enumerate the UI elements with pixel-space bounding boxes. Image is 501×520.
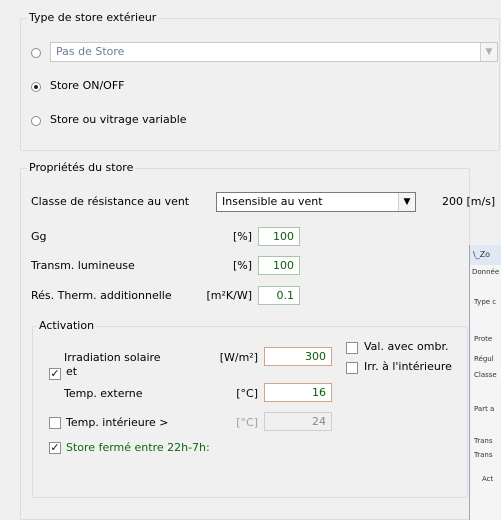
wind-class-combo[interactable]: Insensible au vent ▼ xyxy=(216,192,416,212)
store-closed-checkbox[interactable]: ✓ xyxy=(49,442,61,454)
res-therm-label: Rés. Therm. additionnelle xyxy=(31,289,172,302)
and-checkbox[interactable]: ✓ xyxy=(49,368,61,380)
background-window-menu: Donnée xyxy=(472,268,500,276)
background-window: \_Zo Donnée Type c Prote Régul Classe Pa… xyxy=(469,245,501,520)
activation-legend: Activation xyxy=(37,319,97,332)
wind-speed-label: 200 [m/s] xyxy=(442,195,496,208)
wind-class-value: Insensible au vent xyxy=(222,195,323,208)
temp-int-label: Temp. intérieure > xyxy=(66,416,169,429)
background-window-line: Part a xyxy=(474,405,495,413)
transm-label: Transm. lumineuse xyxy=(31,259,135,272)
background-window-title: \_Zo xyxy=(473,250,491,259)
temp-ext-label: Temp. externe xyxy=(64,387,143,400)
store-type-combo[interactable]: Pas de Store ▼ xyxy=(50,42,498,62)
irr-int-checkbox[interactable] xyxy=(346,362,358,374)
transm-unit: [%] xyxy=(232,259,252,272)
and-label: et xyxy=(66,365,78,378)
background-window-line: Act xyxy=(482,475,494,483)
wind-class-label: Classe de résistance au vent xyxy=(31,195,190,208)
store-type-combo-value: Pas de Store xyxy=(56,45,125,58)
irr-int-label: Irr. à l'intérieure xyxy=(364,360,452,373)
store-closed-label: Store fermé entre 22h-7h: xyxy=(66,441,210,454)
background-window-line: Trans xyxy=(474,437,493,445)
background-window-line: Trans xyxy=(474,451,493,459)
irradiation-label: Irradiation solaire xyxy=(64,351,161,364)
temp-int-checkbox[interactable] xyxy=(49,417,61,429)
store-type-legend: Type de store extérieur xyxy=(27,11,159,24)
chevron-down-icon[interactable]: ▼ xyxy=(398,193,415,211)
gg-input[interactable]: 100 xyxy=(258,227,300,246)
res-therm-input[interactable]: 0.1 xyxy=(258,286,300,305)
radio-store-variable[interactable] xyxy=(31,116,41,126)
gg-label: Gg xyxy=(31,230,47,243)
gg-unit: [%] xyxy=(232,230,252,243)
temp-int-unit: [°C] xyxy=(236,416,258,429)
temp-ext-unit: [°C] xyxy=(236,387,258,400)
radio-no-store[interactable] xyxy=(31,48,41,58)
transm-input[interactable]: 100 xyxy=(258,256,300,275)
irradiation-input[interactable]: 300 xyxy=(264,347,332,366)
radio-store-variable-label: Store ou vitrage variable xyxy=(50,113,187,126)
chevron-down-icon[interactable]: ▼ xyxy=(480,43,497,61)
irradiation-unit: [W/m²] xyxy=(219,351,258,364)
background-window-line: Prote xyxy=(474,335,493,343)
temp-ext-input[interactable]: 16 xyxy=(264,383,332,402)
background-window-line: Classe xyxy=(474,371,497,379)
radio-store-on-off[interactable] xyxy=(31,82,41,92)
shade-label: Val. avec ombr. xyxy=(364,340,449,353)
res-therm-unit: [m²K/W] xyxy=(206,289,252,302)
background-window-line: Type c xyxy=(474,298,497,306)
store-properties-legend: Propriétés du store xyxy=(27,161,136,174)
radio-store-on-off-label: Store ON/OFF xyxy=(50,79,125,92)
temp-int-input[interactable]: 24 xyxy=(264,412,332,431)
background-window-line: Régul xyxy=(474,355,494,363)
shade-checkbox[interactable] xyxy=(346,342,358,354)
